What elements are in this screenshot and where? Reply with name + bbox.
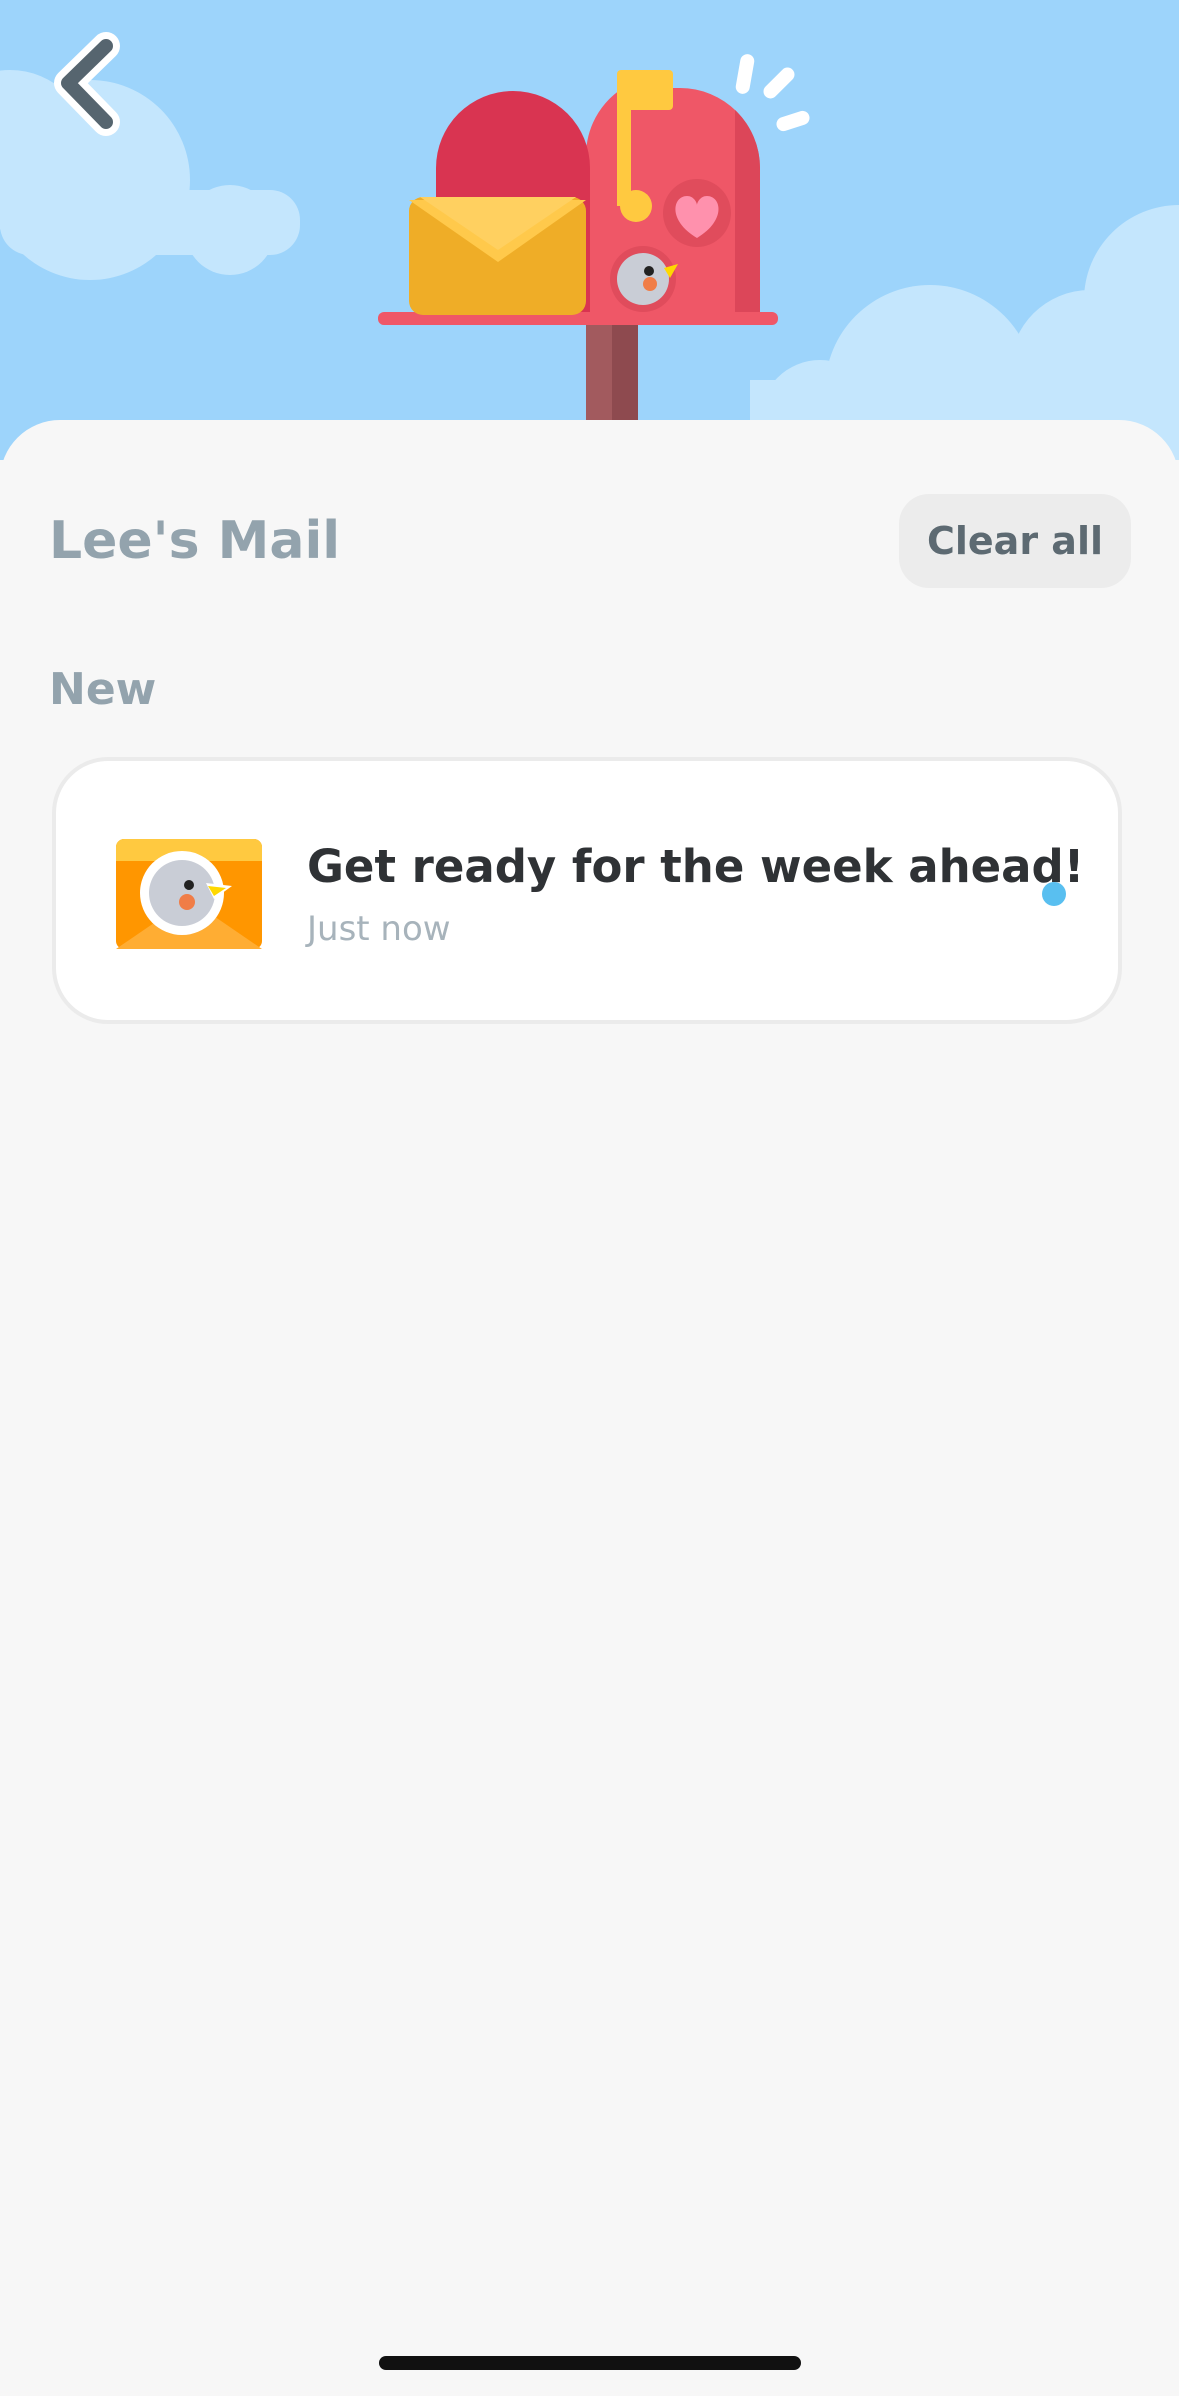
header-illustration-area <box>0 0 1179 460</box>
back-button[interactable] <box>44 30 140 140</box>
page-title: Lee's Mail <box>49 511 341 571</box>
mail-sheet <box>0 420 1179 2396</box>
mailbox-illustration <box>0 54 1179 460</box>
section-label-new: New <box>49 664 157 715</box>
mail-item[interactable]: Get ready for the week ahead! Just now <box>52 757 1122 1024</box>
clear-all-button[interactable]: Clear all <box>899 494 1131 588</box>
home-indicator[interactable] <box>379 2356 801 2370</box>
mail-item-title: Get ready for the week ahead! <box>307 840 1085 893</box>
envelope-owl-icon <box>116 839 262 949</box>
unread-indicator <box>1042 882 1066 906</box>
chevron-left-icon <box>54 32 120 136</box>
mail-item-time: Just now <box>307 909 451 949</box>
